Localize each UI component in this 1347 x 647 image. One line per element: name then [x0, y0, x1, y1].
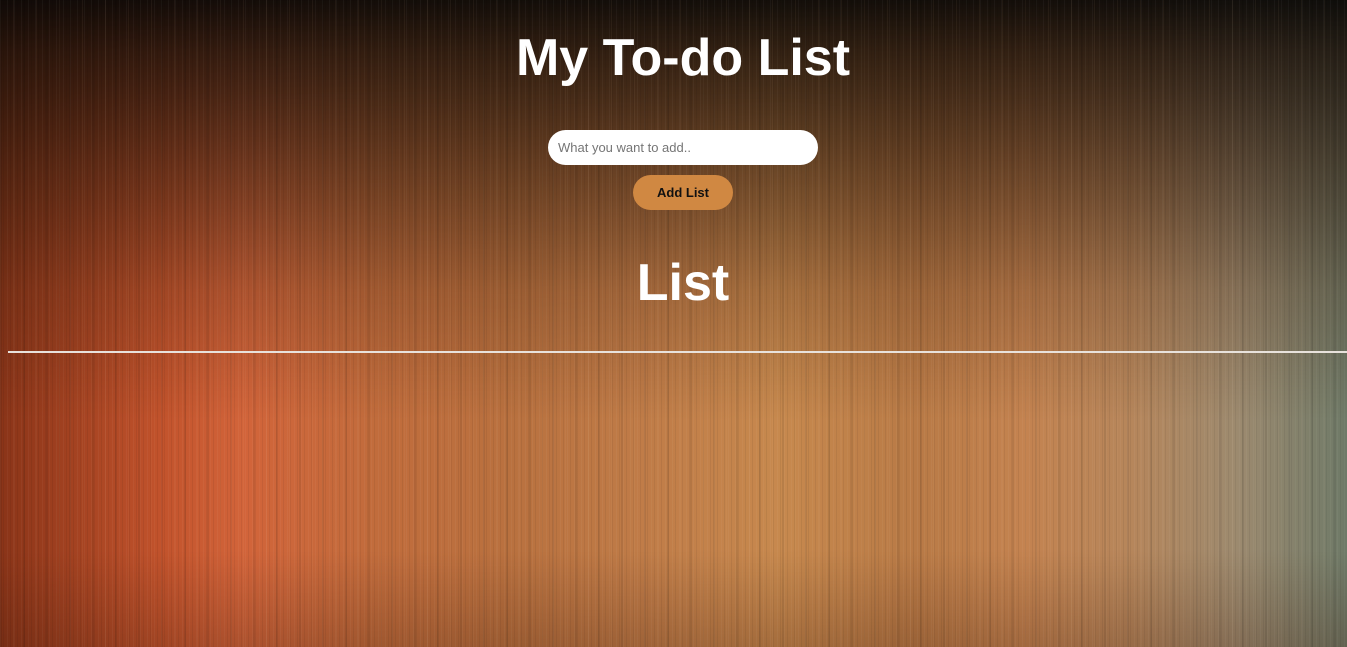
add-list-button[interactable]: Add List — [633, 175, 733, 210]
list-divider — [8, 351, 1347, 353]
page-title: My To-do List — [515, 29, 851, 87]
page: My To-do List Add List List — [0, 0, 1347, 647]
todo-input[interactable] — [548, 130, 818, 165]
list-heading: List — [636, 254, 730, 312]
